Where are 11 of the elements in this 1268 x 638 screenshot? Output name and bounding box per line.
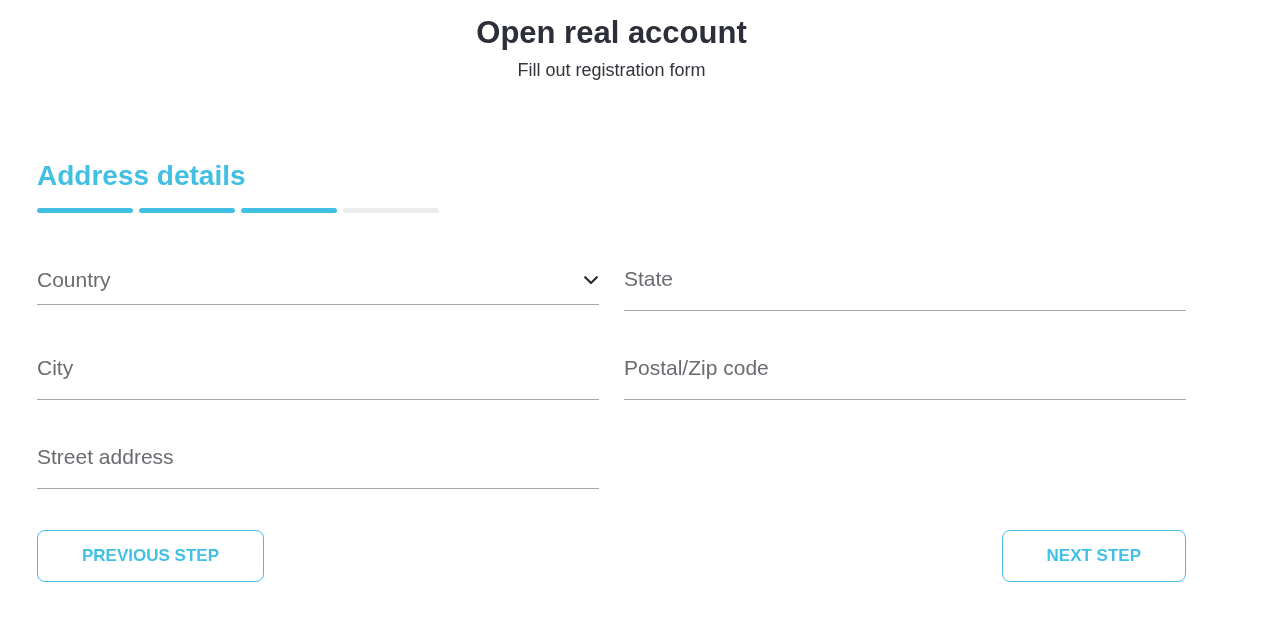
text-field[interactable]: Street address [37,439,599,489]
text-field[interactable]: State [624,261,1186,311]
next-step-button[interactable]: NEXT STEP [1001,530,1186,582]
country-select[interactable]: Country [37,261,599,305]
page-subtitle: Fill out registration form [517,59,706,81]
section-heading: Address details [37,159,246,193]
chevron-down-icon [584,276,598,285]
previous-step-button[interactable]: PREVIOUS STEP [37,530,264,582]
text-field[interactable]: City [37,350,599,400]
page-title: Open real account [476,14,747,51]
text-field[interactable]: Postal/Zip code [624,350,1186,400]
